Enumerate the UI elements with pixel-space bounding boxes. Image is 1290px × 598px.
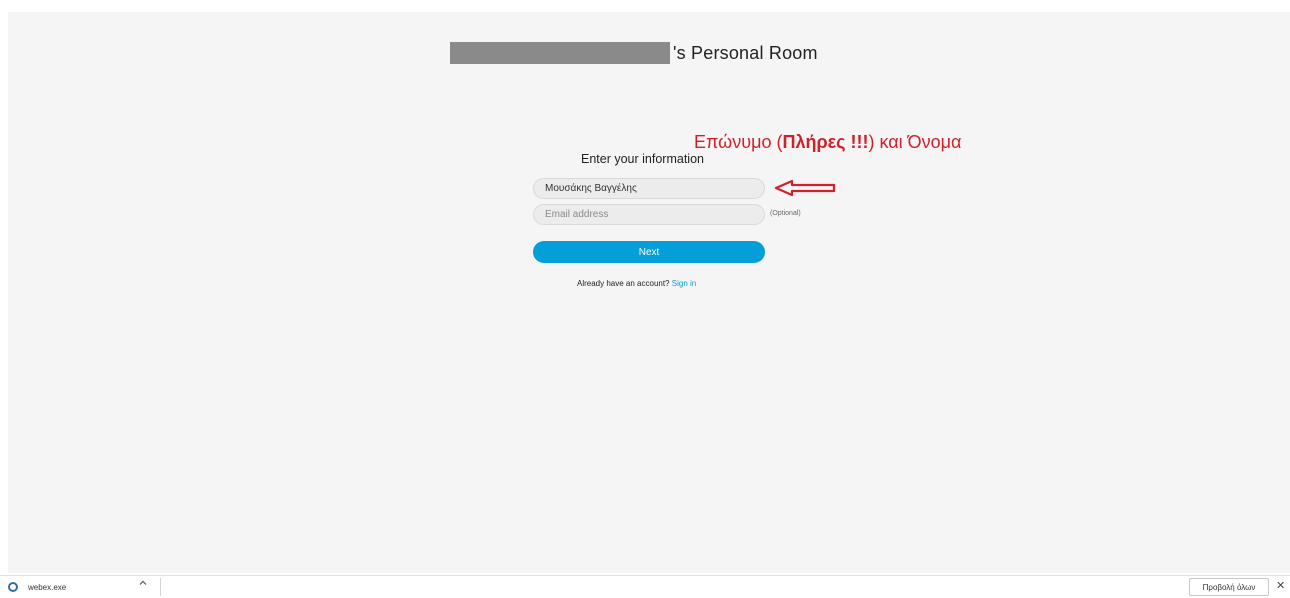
email-field[interactable] bbox=[533, 204, 765, 225]
chevron-up-icon[interactable] bbox=[138, 578, 148, 591]
annotation-arrow-icon bbox=[774, 180, 836, 196]
download-bar: webex.exe Προβολή όλων ✕ bbox=[0, 575, 1290, 598]
redacted-host-name bbox=[450, 42, 670, 64]
download-divider bbox=[160, 578, 161, 596]
close-icon[interactable]: ✕ bbox=[1276, 579, 1285, 592]
personal-room-page: 's Personal Room Επώνυμο (Πλήρες !!!) κα… bbox=[8, 12, 1290, 573]
page-title-suffix: 's Personal Room bbox=[673, 42, 818, 63]
sign-in-link[interactable]: Sign in bbox=[672, 279, 696, 288]
webex-icon bbox=[8, 582, 18, 592]
page-title: 's Personal Room bbox=[450, 41, 818, 65]
annotation-bold: Πλήρες !!! bbox=[782, 132, 869, 152]
annotation-suffix: ) και Όνομα bbox=[868, 132, 962, 152]
next-button[interactable]: Next bbox=[533, 241, 765, 263]
annotation-note: Επώνυμο (Πλήρες !!!) και Όνομα bbox=[694, 132, 961, 153]
download-file-name: webex.exe bbox=[28, 582, 67, 592]
form-heading: Enter your information bbox=[581, 152, 704, 166]
email-optional-label: (Optional) bbox=[770, 210, 801, 217]
name-field[interactable] bbox=[533, 178, 765, 199]
download-item[interactable]: webex.exe bbox=[8, 579, 66, 595]
show-all-button[interactable]: Προβολή όλων bbox=[1189, 578, 1269, 596]
account-prompt: Already have an account? bbox=[577, 279, 670, 288]
sign-in-row: Already have an account? Sign in bbox=[577, 279, 696, 288]
annotation-prefix: Επώνυμο ( bbox=[694, 132, 783, 152]
